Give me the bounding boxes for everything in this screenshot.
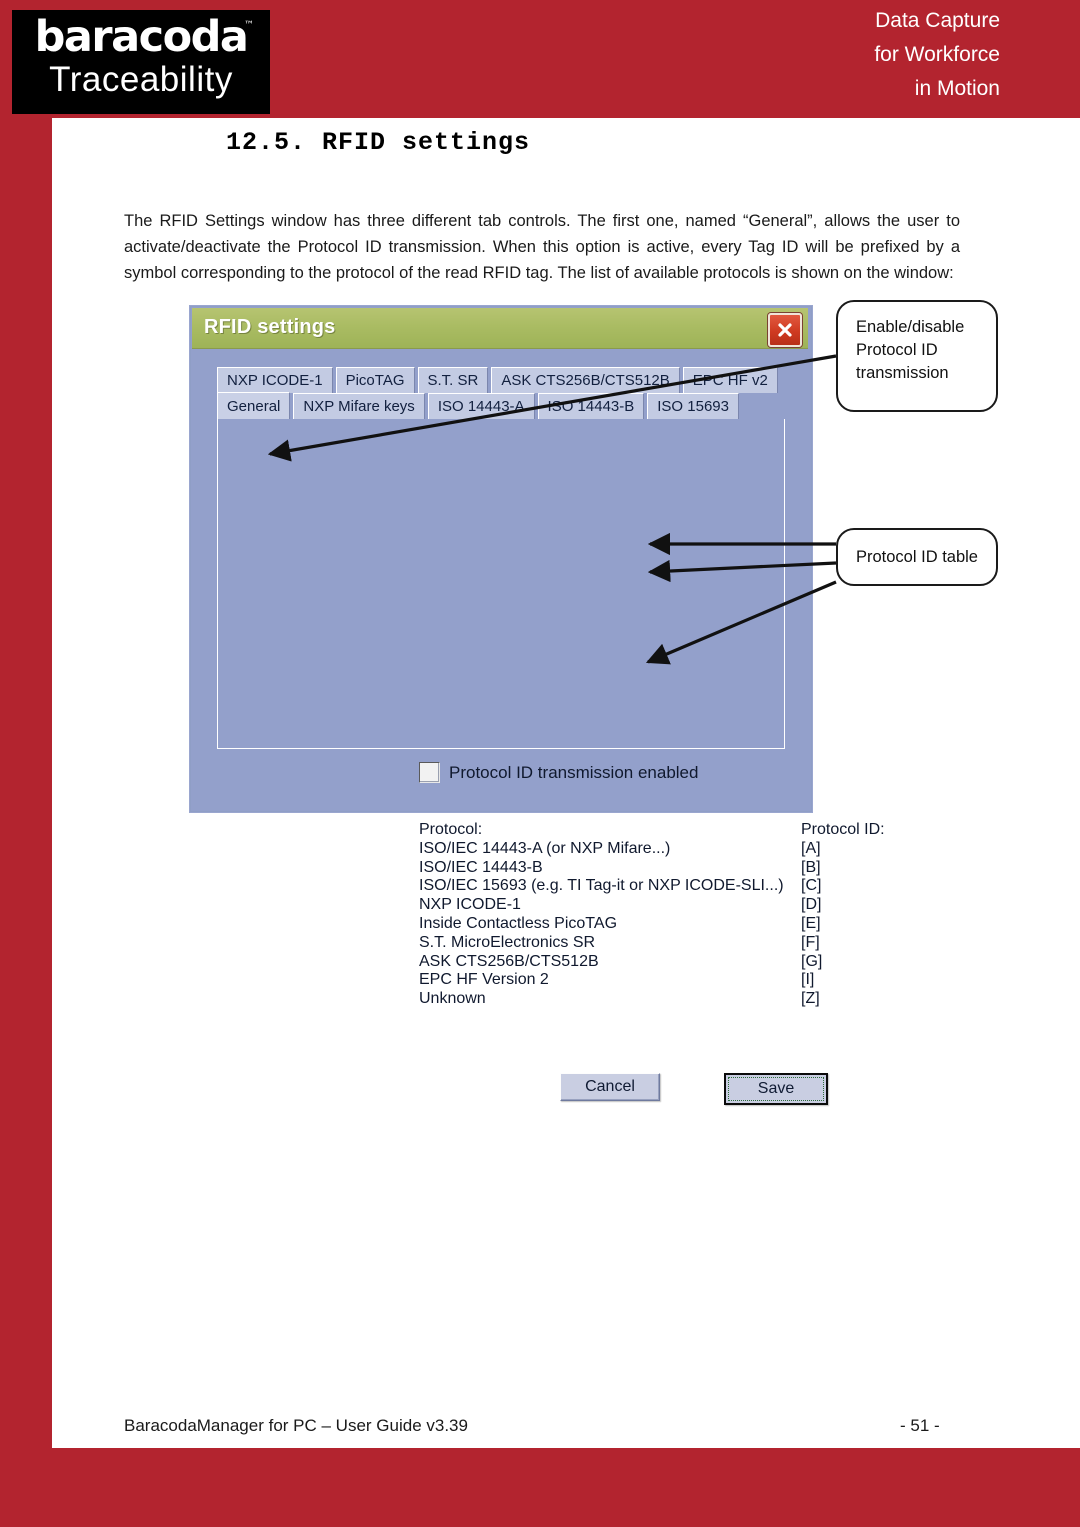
page-header-band: baracoda ™ Traceability Data Capture for… — [0, 0, 1080, 118]
tab-ask-cts256b-cts512b[interactable]: ASK CTS256B/CTS512B — [491, 367, 680, 393]
protocol-id: [E] — [801, 914, 821, 932]
save-button[interactable]: Save — [724, 1073, 828, 1105]
table-header-row: Protocol: Protocol ID: — [419, 821, 885, 840]
rfid-settings-dialog: RFID settings NXP ICODE-1 PicoTAG S.T. S… — [190, 306, 885, 1105]
callout-protocol-id-table: Protocol ID table — [836, 528, 998, 586]
tagline-line-3: in Motion — [914, 77, 1000, 100]
table-row: NXP ICODE-1 [D] — [419, 896, 859, 915]
table-row: S.T. MicroElectronics SR [F] — [419, 934, 859, 953]
protocol-name: EPC HF Version 2 — [419, 971, 549, 989]
table-row: Inside Contactless PicoTAG [E] — [419, 915, 859, 934]
protocol-id: [A] — [801, 839, 821, 857]
protocol-id-transmission-checkbox[interactable] — [419, 762, 440, 783]
table-row: ISO/IEC 14443-B [B] — [419, 859, 859, 878]
protocol-name: ISO/IEC 14443-B — [419, 858, 543, 876]
table-row: ASK CTS256B/CTS512B [G] — [419, 953, 859, 972]
protocol-id-transmission-row[interactable]: Protocol ID transmission enabled — [419, 762, 698, 783]
dialog-title: RFID settings — [204, 316, 336, 338]
callout-enable-disable: Enable/disable Protocol ID transmission — [836, 300, 998, 412]
protocol-name: Unknown — [419, 990, 486, 1008]
dialog-titlebar: RFID settings — [192, 308, 808, 349]
dialog-tab-panel — [217, 419, 785, 749]
tab-epc-hf-v2[interactable]: EPC HF v2 — [682, 367, 778, 393]
save-button-label: Save — [728, 1077, 824, 1101]
baracoda-logo: baracoda ™ Traceability — [12, 10, 270, 114]
table-row: ISO/IEC 14443-A (or NXP Mifare...) [A] — [419, 840, 859, 859]
logo-wordmark-traceability: Traceability — [49, 60, 233, 99]
page-background: baracoda ™ Traceability Data Capture for… — [0, 0, 1080, 1527]
tagline-line-2: for Workforce — [874, 43, 1000, 66]
protocol-name: NXP ICODE-1 — [419, 896, 521, 914]
protocol-id: [C] — [801, 877, 822, 895]
protocol-id: [F] — [801, 933, 820, 951]
protocol-name: S.T. MicroElectronics SR — [419, 933, 596, 951]
table-row: EPC HF Version 2 [I] — [419, 971, 859, 990]
protocol-id: [B] — [801, 858, 821, 876]
protocol-name: ISO/IEC 14443-A (or NXP Mifare...) — [419, 839, 671, 857]
body-paragraph: The RFID Settings window has three diffe… — [124, 212, 960, 282]
tagline-line-1: Data Capture — [875, 9, 1000, 32]
close-icon[interactable] — [768, 313, 802, 347]
page-title: 12.5. RFID settings — [226, 128, 531, 157]
tab-st-sr[interactable]: S.T. SR — [417, 367, 489, 393]
tab-iso-15693[interactable]: ISO 15693 — [647, 393, 739, 419]
tab-iso-14443-b[interactable]: ISO 14443-B — [537, 393, 645, 419]
tab-nxp-mifare-keys[interactable]: NXP Mifare keys — [293, 393, 425, 419]
table-row: Unknown [Z] — [419, 990, 859, 1009]
tab-iso-14443-a[interactable]: ISO 14443-A — [427, 393, 535, 419]
cancel-button[interactable]: Cancel — [560, 1073, 660, 1101]
footer-document-title: BaracodaManager for PC – User Guide v3.3… — [124, 1416, 468, 1435]
dialog-tabrow-top: NXP ICODE-1 PicoTAG S.T. SR ASK CTS256B/… — [217, 367, 781, 394]
protocol-name: ASK CTS256B/CTS512B — [419, 952, 599, 970]
logo-wordmark-baracoda: baracoda — [34, 12, 249, 62]
protocol-id: [G] — [801, 952, 823, 970]
tab-nxp-icode-1[interactable]: NXP ICODE-1 — [217, 367, 333, 393]
protocol-id: [D] — [801, 896, 822, 914]
column-header-protocol-id: Protocol ID: — [801, 821, 885, 838]
protocol-id: [I] — [801, 971, 815, 989]
tab-picotag[interactable]: PicoTAG — [335, 367, 415, 393]
protocol-id: [Z] — [801, 990, 820, 1008]
protocol-name: ISO/IEC 15693 (e.g. TI Tag-it or NXP ICO… — [419, 877, 784, 895]
header-tagline: Data Capture for Workforce in Motion — [720, 4, 1000, 106]
protocol-id-table: Protocol: Protocol ID: ISO/IEC 14443-A (… — [419, 821, 885, 1009]
tab-general[interactable]: General — [217, 392, 291, 420]
logo-trademark-symbol: ™ — [244, 20, 254, 31]
footer-page-number: - 51 - — [900, 1416, 940, 1435]
protocol-id-transmission-label: Protocol ID transmission enabled — [449, 762, 699, 782]
column-header-protocol: Protocol: — [419, 821, 483, 838]
table-row: ISO/IEC 15693 (e.g. TI Tag-it or NXP ICO… — [419, 877, 859, 896]
dialog-tabrow-bottom: General NXP Mifare keys ISO 14443-A ISO … — [217, 392, 742, 420]
protocol-name: Inside Contactless PicoTAG — [419, 914, 618, 932]
